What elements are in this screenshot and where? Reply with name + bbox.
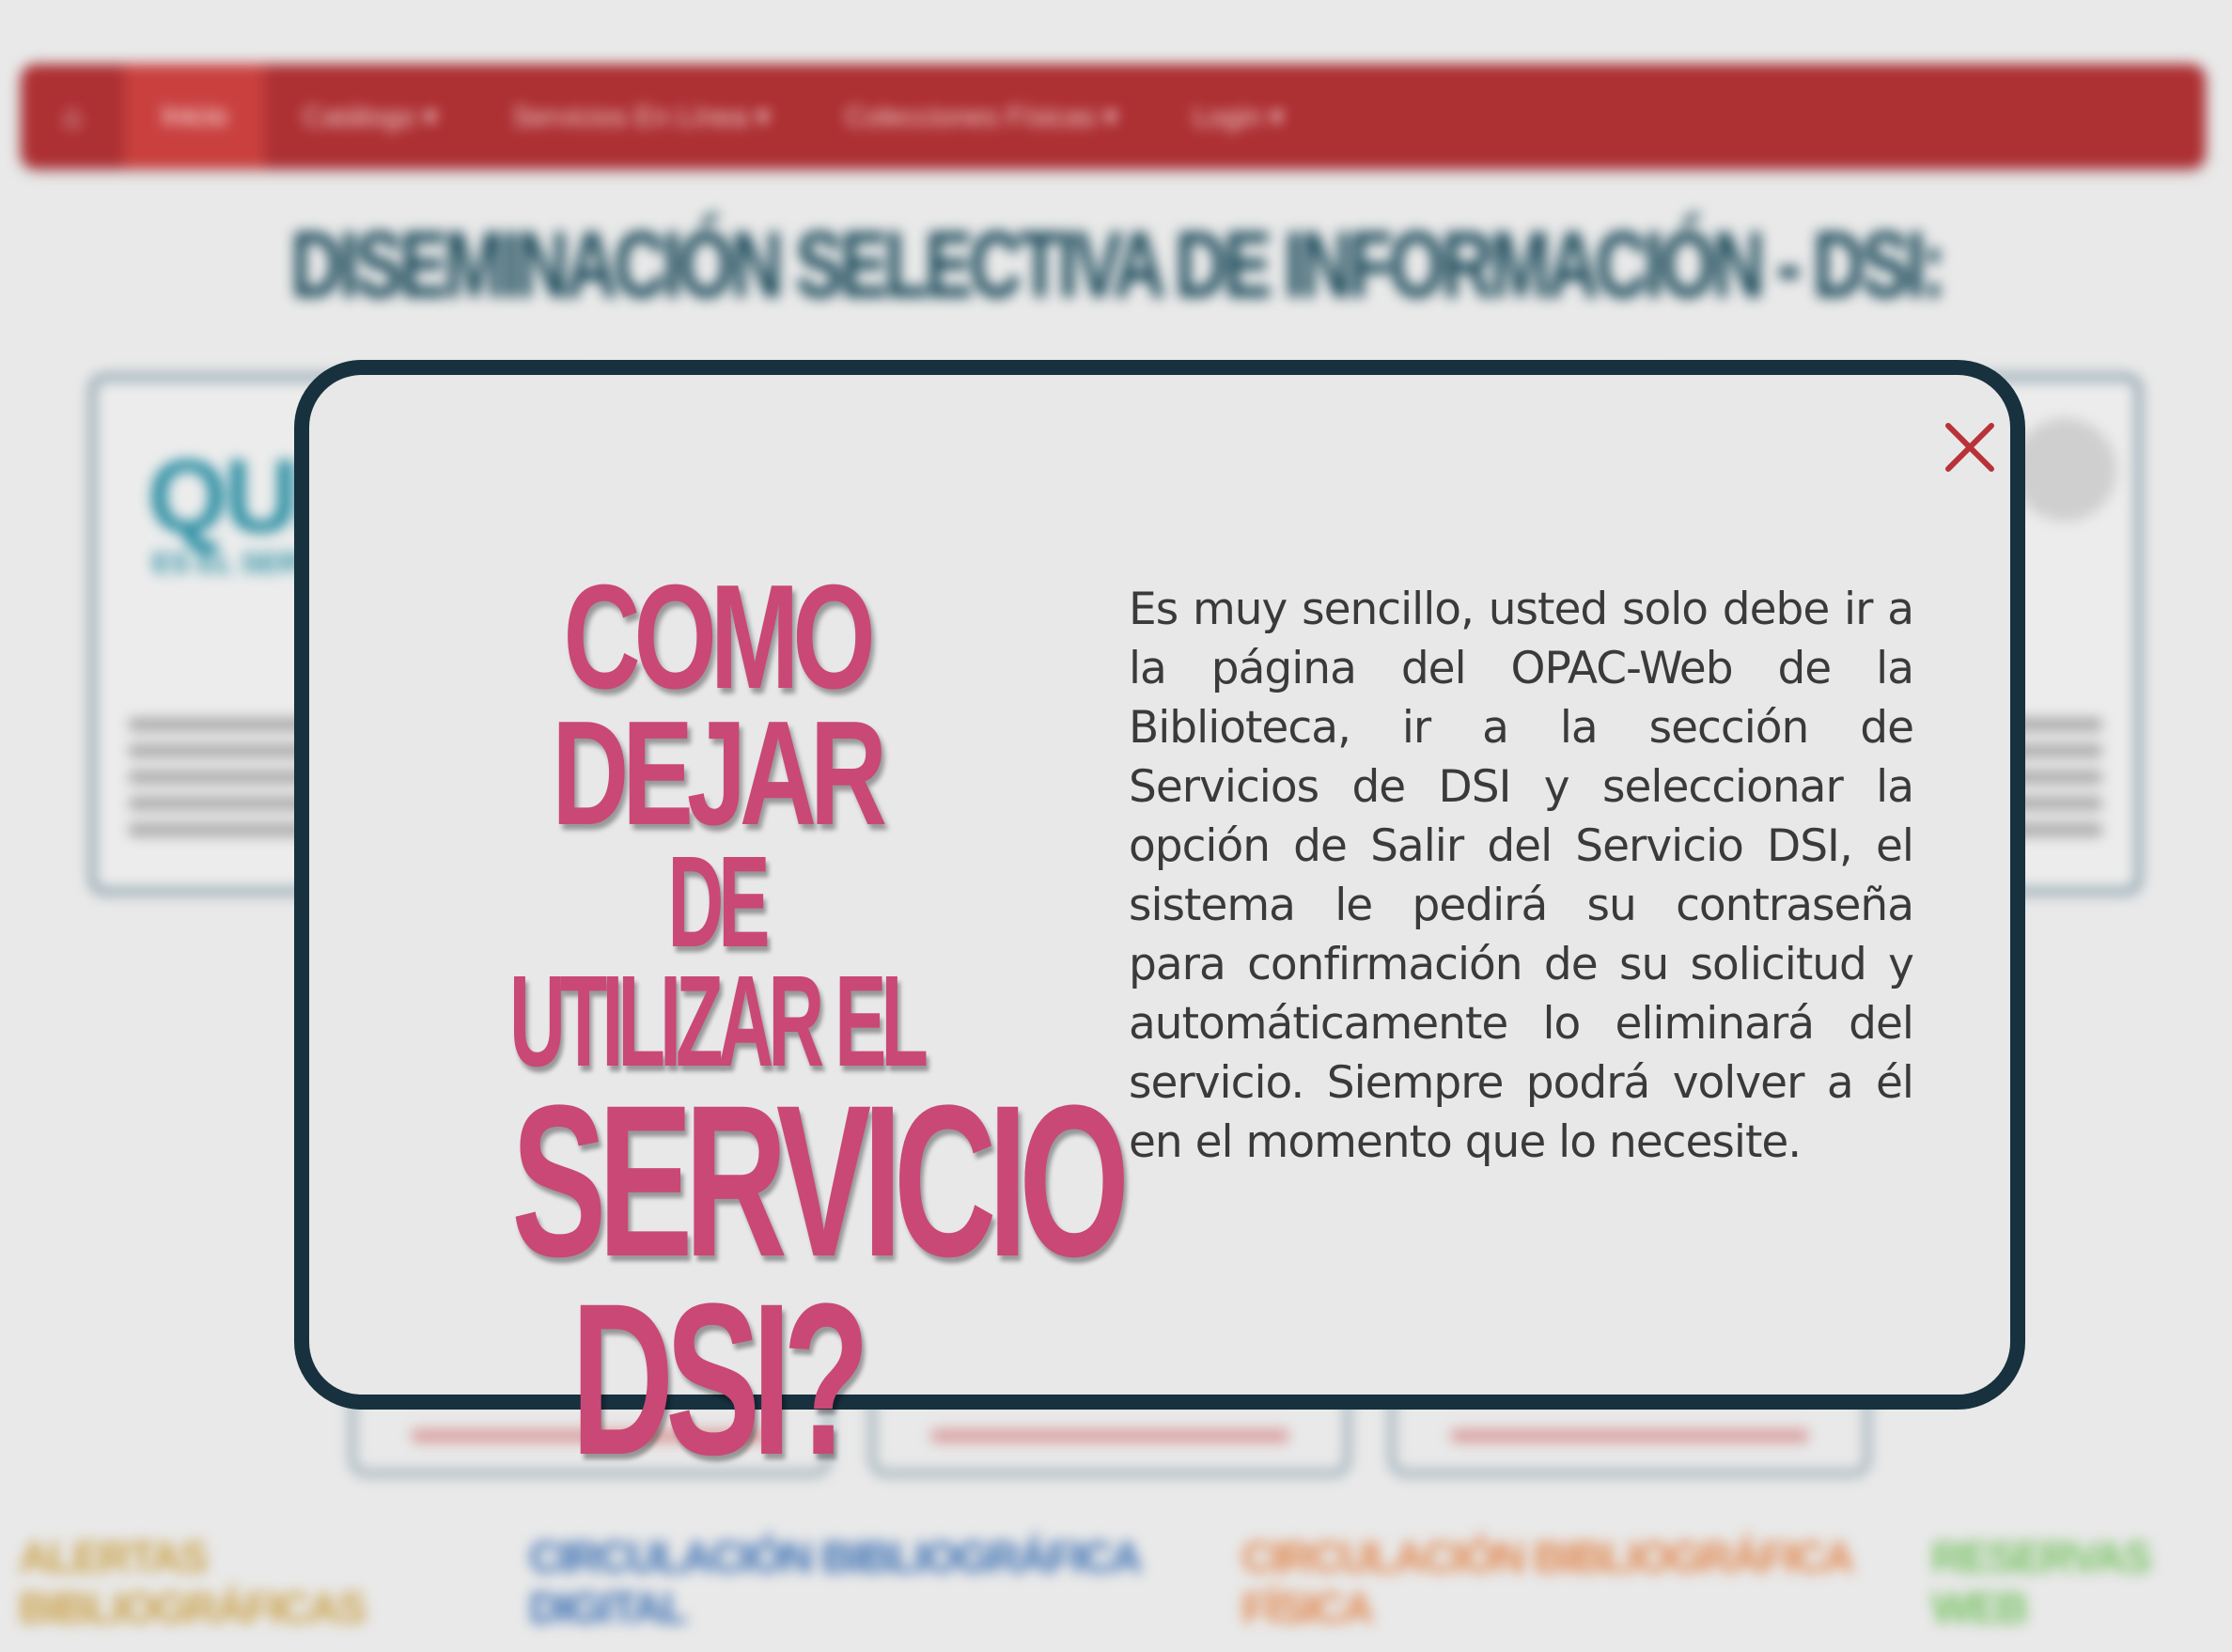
nav-item-servicios-en-linea[interactable]: Servicios En Línea ▾	[476, 64, 808, 169]
link-reservas-web[interactable]: RESERVAS WEB	[1912, 1532, 2232, 1633]
nav-item-login[interactable]: Login ▾	[1155, 64, 1321, 169]
modal-body-text: Es muy sencillo, usted solo debe ir a la…	[1129, 584, 1914, 1168]
modal-title-line-4: DSI?	[570, 1258, 870, 1501]
navbar: ⌂ Inicio Catálogo ▾ Servicios En Línea ▾…	[21, 64, 2206, 169]
modal-title-line-1: COMO DEJAR	[552, 554, 887, 857]
home-icon[interactable]: ⌂	[21, 99, 124, 135]
link-alertas-bibliograficas[interactable]: ALERTAS BIBLIOGRÁFICAS	[0, 1532, 510, 1633]
modal-title-line-2: DE UTILIZAR EL	[509, 829, 929, 1094]
close-icon[interactable]	[1932, 410, 2007, 485]
modal-title: COMO DEJAR DE UTILIZAR EL SERVICIO DSI?	[406, 554, 1130, 1501]
card-image	[2013, 418, 2116, 522]
modal-title-line-3: SERVICIO	[511, 1059, 1130, 1301]
card-subtitle: ES EL SERV	[152, 548, 318, 579]
nav-item-colecciones-fisicas[interactable]: Colecciones Físicas ▾	[807, 64, 1155, 169]
link-circulacion-fisica[interactable]: CIRCULACIÓN BIBLIOGRÁFICA FÍSICA	[1223, 1532, 1912, 1633]
nav-item-inicio[interactable]: Inicio	[124, 64, 266, 169]
service-links: ALERTAS BIBLIOGRÁFICAS CIRCULACIÓN BIBLI…	[0, 1532, 2232, 1633]
info-modal: COMO DEJAR DE UTILIZAR EL SERVICIO DSI? …	[294, 360, 2025, 1487]
page-heading: DISEMINACIÓN SELECTIVA DE INFORMACIÓN - …	[289, 212, 1946, 318]
nav-item-catalogo[interactable]: Catálogo ▾	[265, 64, 475, 169]
link-circulacion-digital[interactable]: CIRCULACIÓN BIBLIOGRÁFICA DIGITAL	[510, 1532, 1223, 1633]
